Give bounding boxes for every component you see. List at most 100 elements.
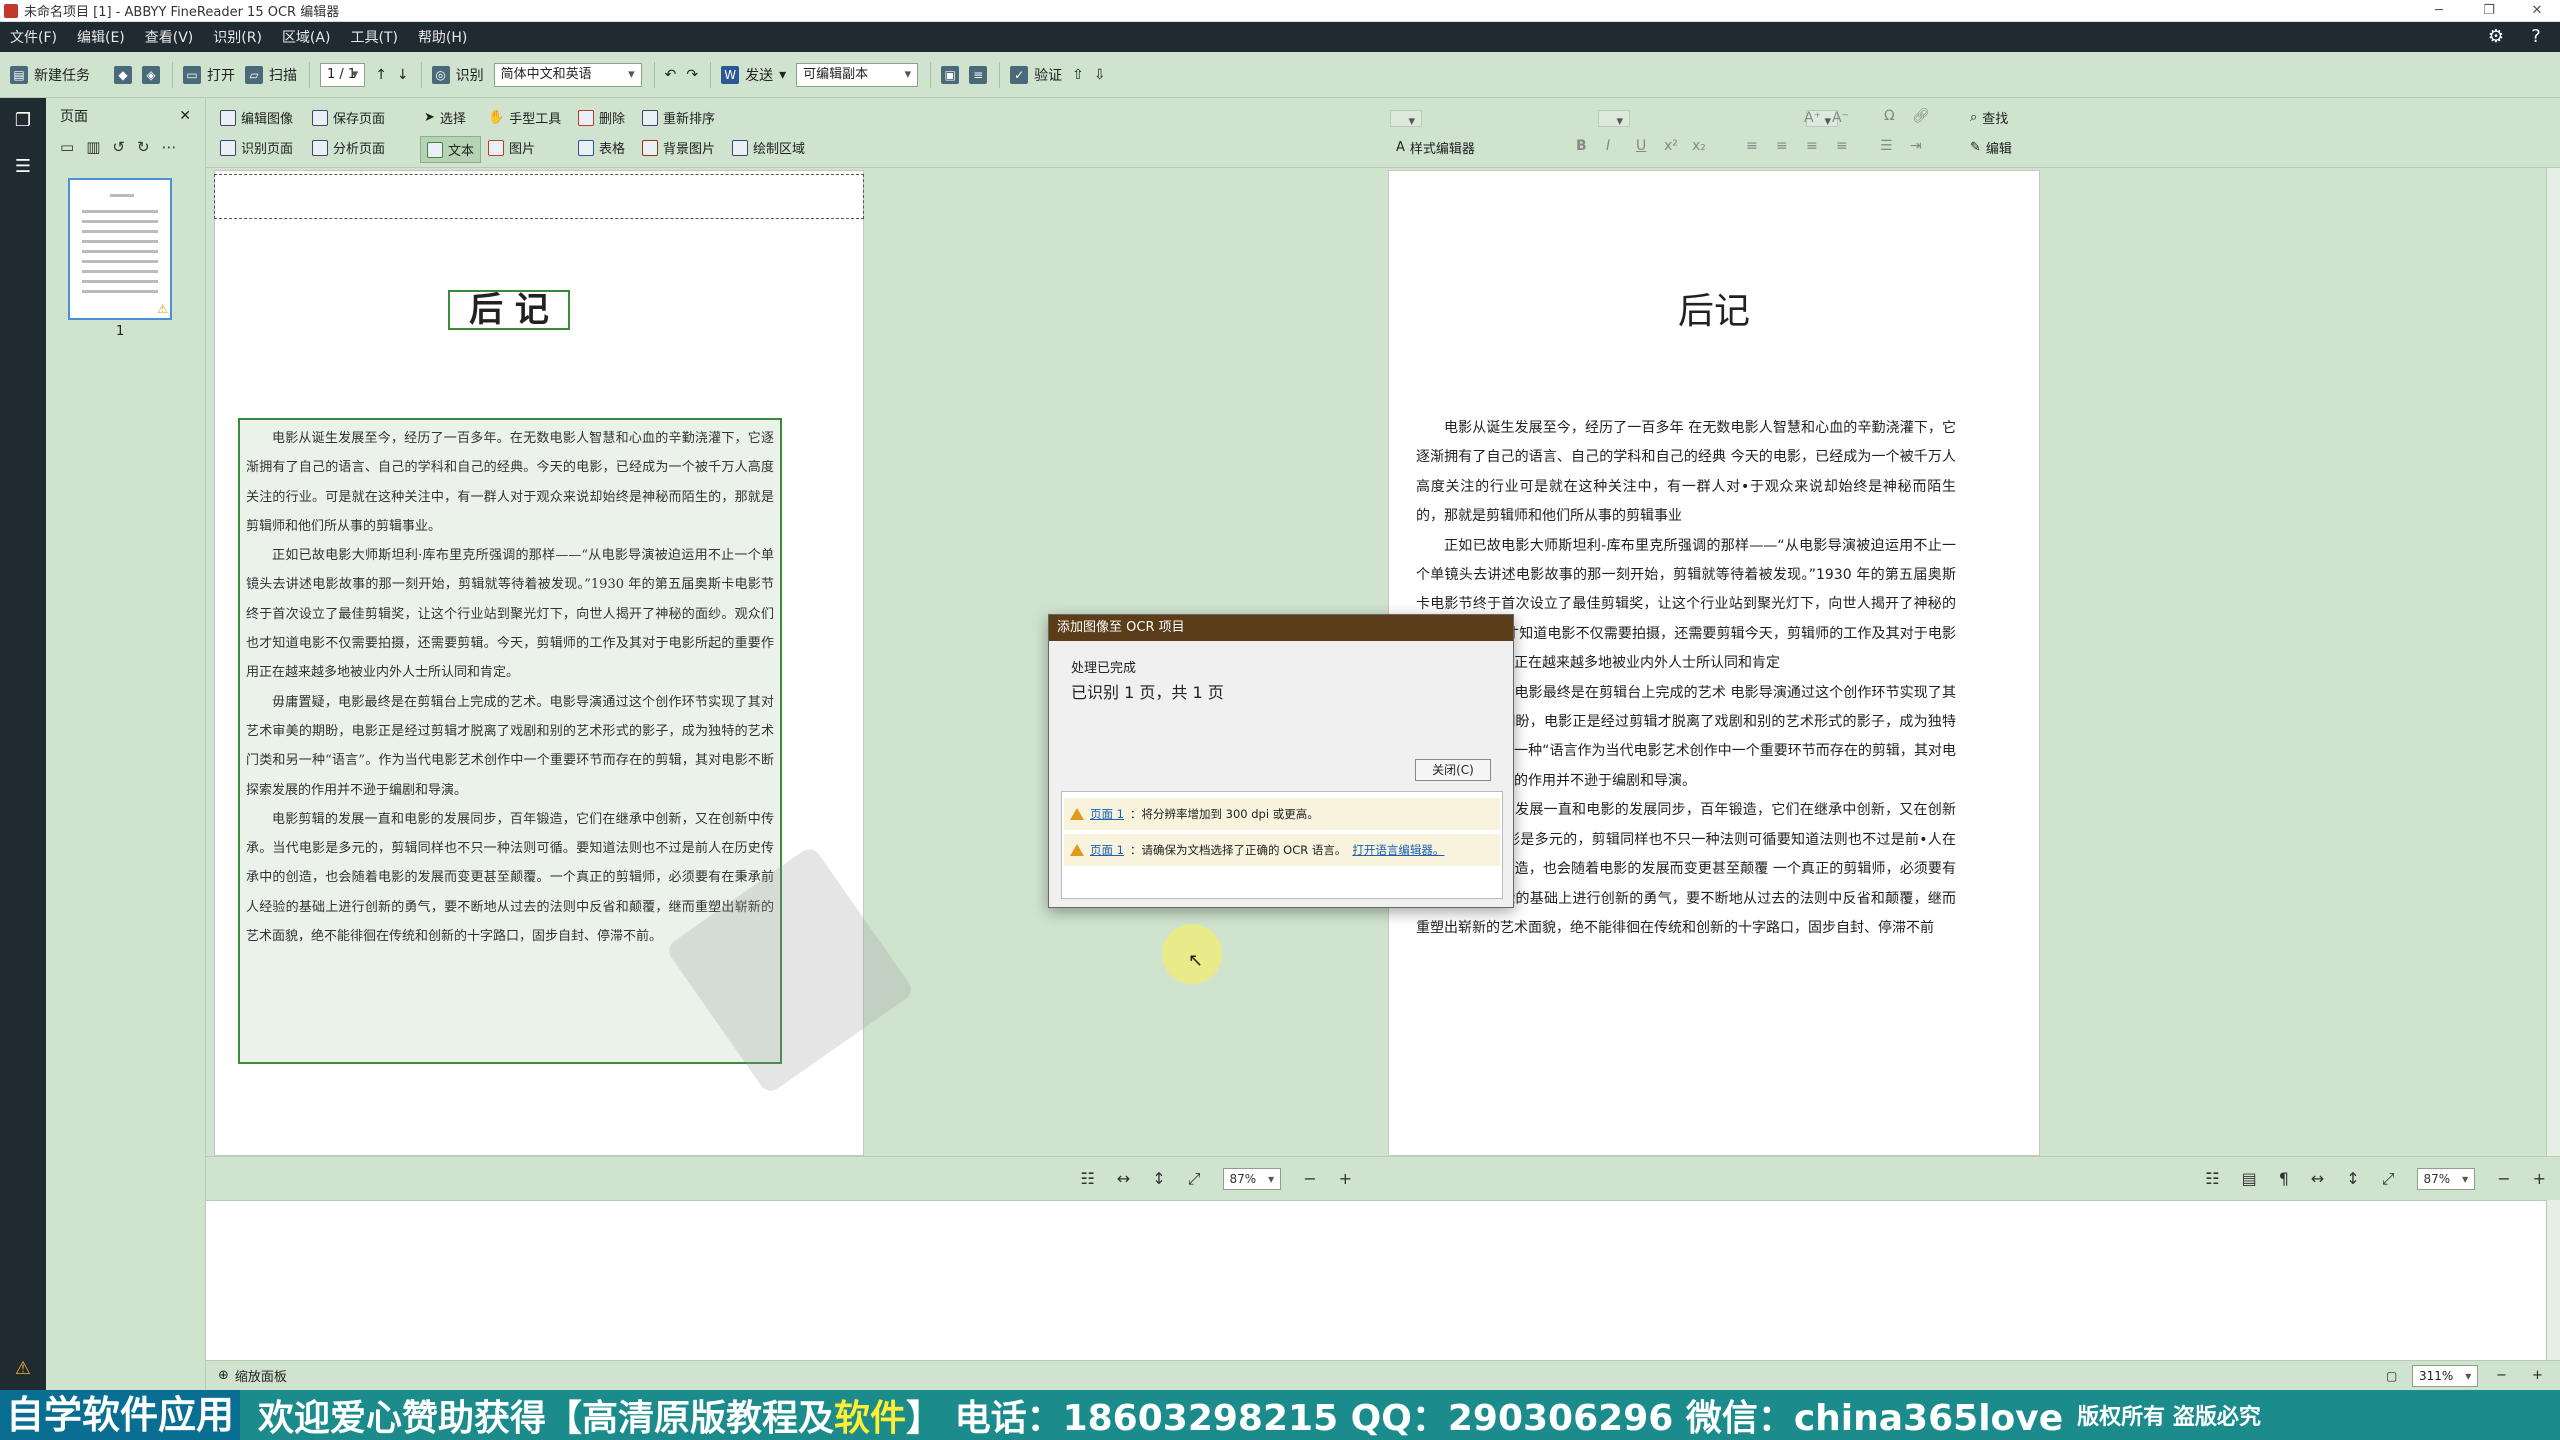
layout-icon[interactable]: ☷ [2205, 1169, 2219, 1188]
menu-area[interactable]: 区域(A) [272, 27, 341, 47]
layers-stack-icon[interactable]: ◈ [142, 65, 160, 84]
panel-layout-icon[interactable]: ▢ [2386, 1369, 2397, 1383]
hand-tool-button[interactable]: ✋ 手型工具 [488, 108, 561, 127]
pilcrow-icon[interactable]: ¶ [2279, 1169, 2289, 1188]
indent-icon[interactable]: ⇥ [1910, 138, 1922, 154]
fit-page-icon[interactable]: ⤢ [2382, 1169, 2395, 1189]
fit-height-icon[interactable]: ↕ [1152, 1169, 1165, 1188]
find-button[interactable]: ⌕ 查找 [1970, 108, 2008, 127]
page-number-field[interactable]: 1 / 1 [320, 62, 366, 87]
recognize-button[interactable]: ◎ 识别 [431, 65, 484, 85]
arrow-up-icon[interactable]: ↑ [375, 67, 387, 83]
style-select[interactable] [1390, 110, 1422, 127]
special-char-icon[interactable]: Ω [1884, 108, 1895, 124]
font-select[interactable] [1598, 110, 1630, 127]
fit-width-icon[interactable]: ↔ [2311, 1169, 2324, 1188]
bold-icon[interactable]: B [1576, 138, 1587, 154]
align-left-icon[interactable]: ≡ [1746, 138, 1758, 154]
dialog-close-button[interactable]: 关闭(C) [1415, 759, 1491, 781]
text-page-title[interactable]: 后记 [1388, 290, 2040, 334]
close-icon[interactable]: ✕ [179, 108, 191, 124]
link-icon[interactable]: 🔗︎ [1912, 108, 1930, 124]
panel-zoom-out-button[interactable]: − [2496, 1368, 2507, 1383]
justify-icon[interactable]: ≡ [1836, 138, 1848, 154]
fit-page-icon[interactable]: ⤢ [1188, 1169, 1201, 1189]
menu-view[interactable]: 查看(V) [135, 27, 204, 47]
recognize-page-button[interactable]: 识别页面 [220, 138, 293, 157]
image-zoom-select[interactable]: 87% [1222, 1167, 1282, 1190]
pages-icon[interactable]: ❐ [10, 108, 36, 134]
picture-area-tool-button[interactable]: 图片 [488, 138, 535, 157]
more-icon[interactable]: ⋯ [162, 138, 177, 156]
save-icon[interactable]: ▭ [60, 138, 74, 156]
draw-area-tool-button[interactable]: 绘制区域 [732, 138, 805, 157]
open-language-editor-link[interactable]: 打开语言编辑器。 [1352, 842, 1444, 858]
redo-icon[interactable]: ↷ [686, 67, 698, 83]
arrow-down-icon[interactable]: ↓ [397, 67, 409, 83]
send-button[interactable]: W 发送 ▾ [721, 65, 786, 85]
font-shrink-icon[interactable]: A⁻ [1832, 110, 1849, 126]
verify-button[interactable]: ✓ 验证 [1010, 65, 1062, 85]
zoom-panel[interactable] [206, 1200, 2546, 1360]
zoom-panel-toggle[interactable]: ⊕ 缩放面板 [218, 1366, 287, 1385]
maximize-button[interactable]: ❐ [2466, 0, 2512, 22]
analyze-page-button[interactable]: 分析页面 [312, 138, 385, 157]
select-tool-button[interactable]: ➤ 选择 [424, 108, 466, 127]
panel-zoom-select[interactable]: 311% [2412, 1365, 2479, 1387]
page-link[interactable]: 页面 1 [1090, 842, 1124, 858]
list-icon[interactable]: ☰ [10, 154, 36, 180]
reorder-button[interactable]: 重新排序 [642, 108, 715, 127]
trash-icon[interactable]: ▥ [86, 138, 100, 156]
layout-icon[interactable]: ☷ [1081, 1169, 1095, 1188]
text-zoom-select[interactable]: 87% [2416, 1167, 2476, 1190]
scan-button[interactable]: ▱ 扫描 [245, 65, 297, 85]
text-vertical-scrollbar[interactable] [2546, 168, 2560, 1156]
menu-tools[interactable]: 工具(T) [340, 27, 407, 47]
italic-icon[interactable]: I [1606, 138, 1610, 154]
language-select[interactable]: 简体中文和英语 [493, 62, 642, 87]
edit-image-button[interactable]: 编辑图像 [220, 108, 293, 127]
list-bullets-icon[interactable]: ☰ [1880, 138, 1893, 154]
image-view-icon[interactable]: ▣ [941, 65, 960, 84]
menu-edit[interactable]: 编辑(E) [67, 27, 135, 47]
export-down-icon[interactable]: ⇩ [1094, 67, 1106, 83]
selection-box[interactable] [214, 174, 864, 219]
warning-icon[interactable]: ⚠ [10, 1356, 36, 1382]
page-link[interactable]: 页面 1 [1090, 806, 1124, 822]
new-task-button[interactable]: ▤ 新建任务 [10, 65, 90, 85]
help-icon[interactable]: ? [2524, 25, 2548, 49]
text-paragraph[interactable]: 电影从诞生发展至今，经历了一百多年 在无数电影人智慧和心血的辛勤浇灌下，它逐渐拥… [1416, 414, 1956, 532]
rotate-left-icon[interactable]: ↺ [112, 138, 125, 156]
fit-width-icon[interactable]: ↔ [1117, 1169, 1130, 1188]
align-right-icon[interactable]: ≡ [1806, 138, 1818, 154]
align-center-icon[interactable]: ≡ [1776, 138, 1788, 154]
page-thumbnail[interactable]: ⚠ [68, 178, 172, 320]
underline-icon[interactable]: U [1636, 138, 1646, 154]
send-format-select[interactable]: 可编辑副本 [796, 62, 919, 87]
font-grow-icon[interactable]: A⁺ [1804, 110, 1821, 126]
zoom-in-button[interactable]: + [1339, 1169, 1352, 1188]
menu-help[interactable]: 帮助(H) [408, 27, 477, 47]
delete-area-button[interactable]: 删除 [578, 108, 625, 127]
zoom-in-button[interactable]: + [2533, 1169, 2546, 1188]
fit-height-icon[interactable]: ↕ [2346, 1169, 2359, 1188]
close-window-button[interactable]: ✕ [2514, 0, 2560, 22]
text-view-icon[interactable]: ≡ [969, 65, 988, 84]
gear-icon[interactable]: ⚙ [2484, 25, 2508, 49]
zoom-out-button[interactable]: − [2497, 1169, 2510, 1188]
minimize-button[interactable]: ─ [2416, 0, 2462, 22]
style-editor-button[interactable]: A 样式编辑器 [1396, 138, 1475, 157]
zoom-panel-scrollbar[interactable] [2546, 1200, 2560, 1360]
menu-file[interactable]: 文件(F) [0, 27, 67, 47]
background-picture-tool-button[interactable]: 背景图片 [642, 138, 715, 157]
export-up-icon[interactable]: ⇧ [1072, 67, 1084, 83]
zoom-out-button[interactable]: − [1303, 1169, 1316, 1188]
panel-zoom-in-button[interactable]: + [2532, 1368, 2543, 1383]
superscript-icon[interactable]: x² [1664, 138, 1678, 154]
subscript-icon[interactable]: x₂ [1692, 138, 1706, 154]
rotate-right-icon[interactable]: ↻ [137, 138, 150, 156]
open-button[interactable]: ▭ 打开 [183, 65, 235, 85]
title-text-region[interactable]: 后 记 [448, 290, 570, 330]
text-area-tool-button[interactable]: 文本 [420, 136, 482, 163]
layers-icon[interactable]: ◆ [114, 65, 132, 84]
